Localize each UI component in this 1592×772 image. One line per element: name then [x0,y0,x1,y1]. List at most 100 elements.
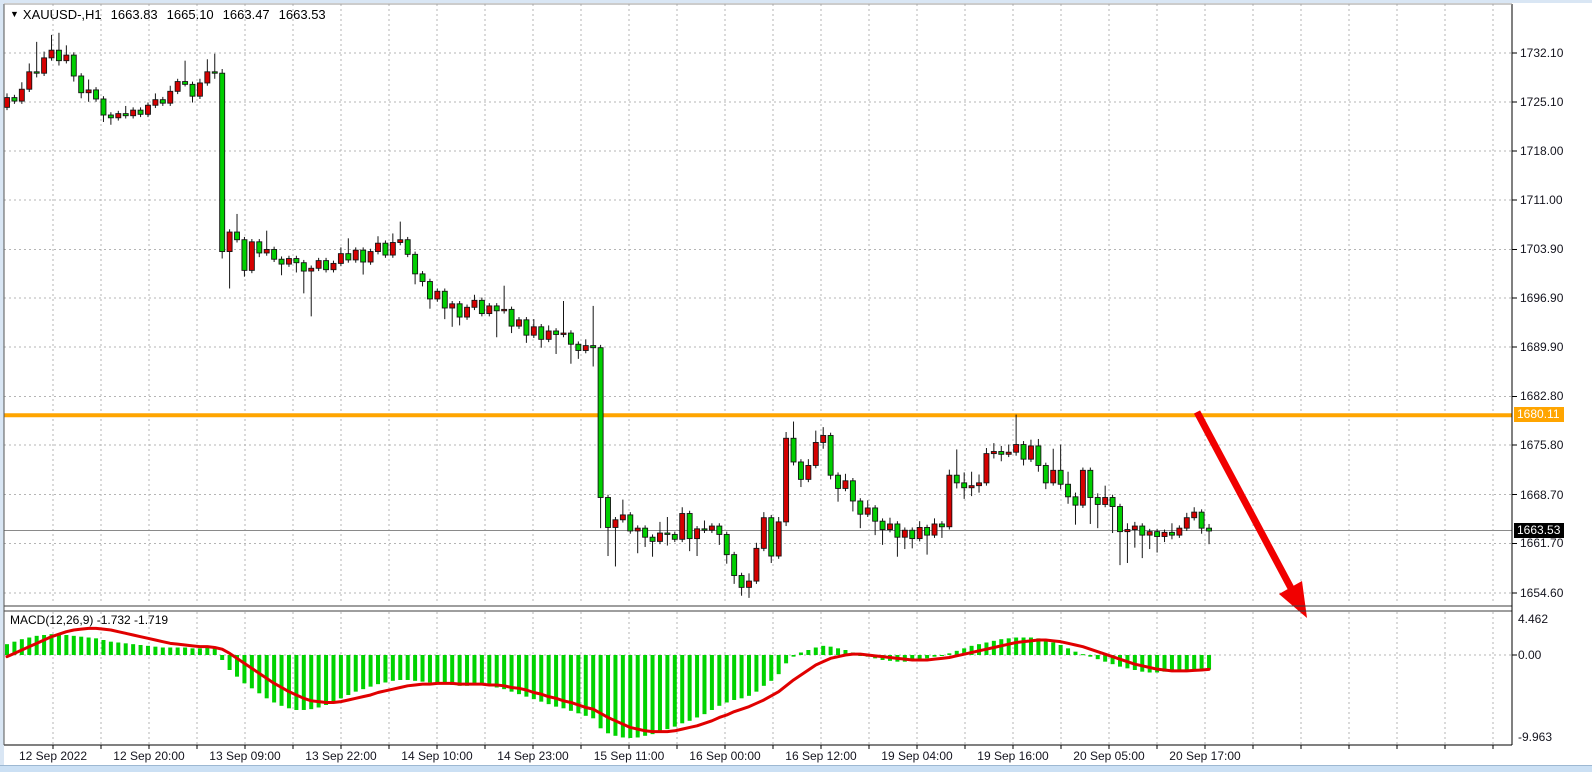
candle-body [435,291,440,299]
macd-histogram-bar [406,655,410,680]
candle-body [242,240,247,271]
candle-body [620,515,625,520]
time-axis-label: 14 Sep 10:00 [389,749,485,763]
macd-histogram-bar [1007,638,1011,655]
macd-histogram-bar [131,644,135,655]
price-axis-label: 1725.10 [1520,95,1590,109]
candle-body [427,282,432,299]
macd-histogram-bar [725,655,729,702]
macd-histogram-bar [294,655,298,710]
macd-histogram-bar [480,655,484,685]
candle-body [390,243,395,256]
time-axis-label: 14 Sep 23:00 [485,749,581,763]
candle-body [554,331,559,334]
candle-body [19,89,24,101]
candle-body [539,327,544,340]
macd-histogram-bar [198,648,202,655]
candle-body [316,261,321,269]
candle-body [264,249,269,252]
macd-histogram-bar [806,650,810,655]
candle-body [131,110,136,116]
candle-body [991,452,996,454]
candle-body [1147,532,1152,535]
macd-histogram-bar [643,655,647,736]
candle-body [1014,445,1019,453]
macd-histogram-bar [168,648,172,655]
macd-histogram-bar [1177,655,1181,671]
ohlc-close: 1663.53 [279,7,326,22]
candle-body [56,50,61,60]
macd-histogram-bar [302,655,306,710]
macd-histogram-bar [1059,645,1063,655]
candle-body [94,90,99,99]
macd-histogram-bar [732,655,736,700]
candle-body [1132,526,1137,529]
candle-body [546,331,551,339]
candle-body [724,534,729,554]
macd-histogram-bar [1014,638,1018,655]
time-axis-label: 15 Sep 11:00 [581,749,677,763]
macd-histogram-bar [1088,655,1092,657]
price-axis-label: 1718.00 [1520,144,1590,158]
candle-body [502,309,507,310]
macd-axis-zero: 0.00 [1518,648,1588,662]
candle-body [309,268,314,271]
macd-histogram-bar [435,655,439,683]
price-axis-label: 1661.70 [1520,536,1590,550]
candle-body [561,333,566,334]
candle-body [776,522,781,556]
candle-body [494,306,499,311]
candle-body [702,529,707,530]
macd-histogram-bar [792,655,796,657]
candle-body [635,528,640,531]
candle-body [887,524,892,530]
candle-body [1177,528,1182,535]
price-axis-label: 1654.60 [1520,586,1590,600]
macd-histogram-bar [139,645,143,655]
macd-histogram-bar [161,648,165,655]
candle-body [576,344,581,350]
symbol-dropdown-icon[interactable]: ▼ [10,9,19,19]
window-frame-bottom [0,765,1592,772]
candle-body [301,263,306,271]
candle-body [257,242,262,253]
candle-body [873,508,878,521]
macd-histogram-bar [1192,655,1196,669]
macd-histogram-bar [1081,654,1085,655]
candle-body [739,576,744,588]
candle-body [613,520,618,528]
macd-histogram-bar [799,653,803,655]
candle-body [1073,497,1078,505]
symbol-ohlc-readout: ▼XAUUSD-,H11663.831665.101663.471663.53 [10,7,326,22]
candle-body [34,72,39,73]
candle-body [1103,497,1108,504]
candle-body [1043,465,1048,482]
macd-histogram-bar [331,655,335,702]
macd-histogram-bar [606,655,610,733]
candle-body [524,320,529,335]
macd-histogram-bar [413,655,417,681]
candlestick-chart[interactable] [0,0,1592,772]
candle-body [465,307,470,317]
candle-body [813,442,818,465]
candle-body [1080,470,1085,505]
candle-body [999,452,1004,455]
macd-histogram-bar [947,653,951,655]
macd-histogram-bar [829,647,833,655]
main-panel-bg[interactable] [4,4,1512,604]
candle-body [442,291,447,308]
macd-histogram-bar [695,655,699,717]
candle-body [487,306,492,314]
candle-body [850,481,855,501]
candle-body [64,55,69,61]
macd-histogram-bar [940,655,944,656]
price-axis-label: 1682.80 [1520,389,1590,403]
candle-body [583,346,588,351]
macd-histogram-bar [443,655,447,684]
candle-body [598,348,603,498]
macd-axis-min: -9.963 [1518,730,1588,744]
price-axis-label: 1696.90 [1520,291,1590,305]
price-axis-label: 1668.70 [1520,488,1590,502]
macd-histogram-bar [651,655,655,734]
candle-body [331,263,336,269]
